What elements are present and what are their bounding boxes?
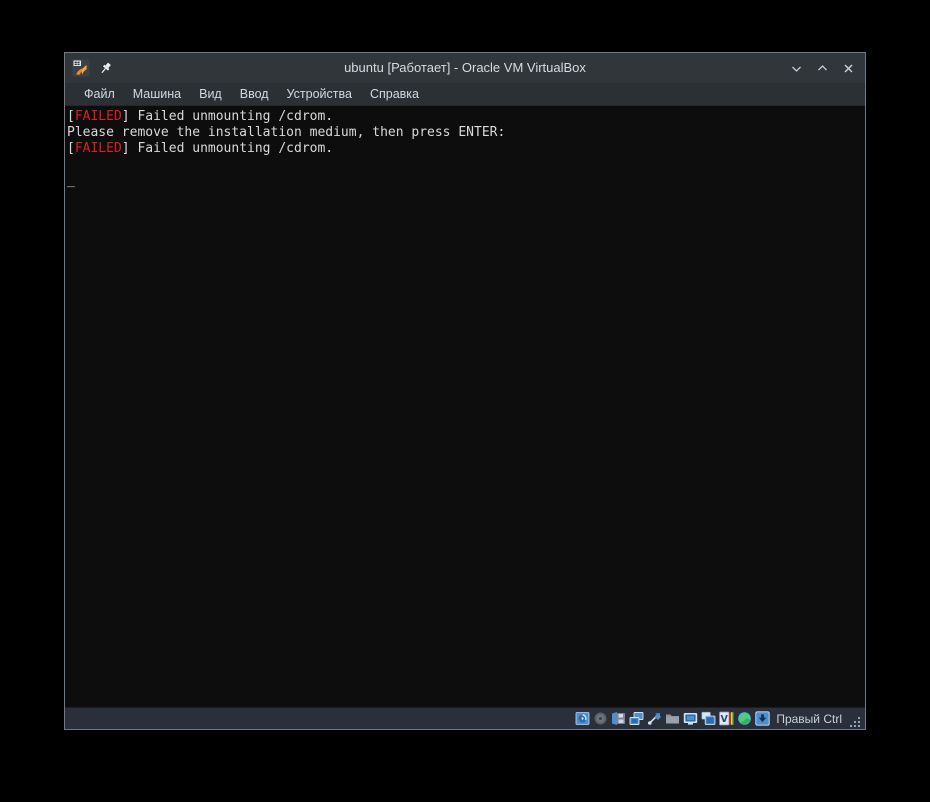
terminal-line-text: Failed unmounting /cdrom. [137,109,333,124]
recording-icon[interactable] [701,711,716,726]
terminal-bracket-open: [ [67,109,75,124]
statusbar: V [65,707,865,729]
terminal-cursor: _ [66,173,865,189]
close-button[interactable] [835,55,861,81]
window-title: ubuntu [Работает] - Oracle VM VirtualBox [65,53,865,83]
virtualbox-icon[interactable] [69,56,93,80]
menu-input[interactable]: Ввод [231,83,278,105]
window-titlebar[interactable]: ubuntu [Работает] - Oracle VM VirtualBox [65,53,865,83]
terminal-line-text: Failed unmounting /cdrom. [137,141,333,156]
terminal-line: Please remove the installation medium, t… [66,125,865,141]
vm-features-icon[interactable]: V [719,711,734,726]
terminal-line: [FAILED] Failed unmounting /cdrom. [66,109,865,125]
minimize-button[interactable] [783,55,809,81]
svg-text:V: V [721,714,729,725]
floppy-disk-icon[interactable] [611,711,626,726]
network-icon[interactable] [629,711,644,726]
desktop-background: ubuntu [Работает] - Oracle VM VirtualBox [0,0,930,802]
display-icon[interactable] [683,711,698,726]
terminal-status-failed: FAILED [75,141,122,156]
terminal-status-failed: FAILED [75,109,122,124]
guest-screen-terminal[interactable]: [FAILED] Failed unmounting /cdrom. Pleas… [65,106,865,707]
terminal-line: [FAILED] Failed unmounting /cdrom. [66,141,865,157]
mouse-integration-icon[interactable] [737,711,752,726]
terminal-line-text: Please remove the installation medium, t… [67,125,505,140]
terminal-bracket-close: ] [122,141,138,156]
maximize-button[interactable] [809,55,835,81]
pin-icon[interactable] [93,56,117,80]
host-key-label: Правый Ctrl [776,712,842,726]
optical-disc-icon[interactable] [593,711,608,726]
keyboard-capture-icon[interactable] [755,711,770,726]
shared-folder-icon[interactable] [665,711,680,726]
usb-icon[interactable] [647,711,662,726]
menubar: Файл Машина Вид Ввод Устройства Справка [65,83,865,106]
hard-disk-icon[interactable] [575,711,590,726]
statusbar-indicator-group: V [575,711,770,726]
terminal-bracket-open: [ [67,141,75,156]
virtualbox-vm-window: ubuntu [Работает] - Oracle VM VirtualBox [64,52,866,730]
menu-machine[interactable]: Машина [124,83,190,105]
menu-file[interactable]: Файл [75,83,124,105]
menu-view[interactable]: Вид [190,83,231,105]
menu-help[interactable]: Справка [361,83,428,105]
resize-grip-icon[interactable] [848,713,862,729]
menu-devices[interactable]: Устройства [278,83,361,105]
window-controls [783,55,861,81]
terminal-bracket-close: ] [122,109,138,124]
